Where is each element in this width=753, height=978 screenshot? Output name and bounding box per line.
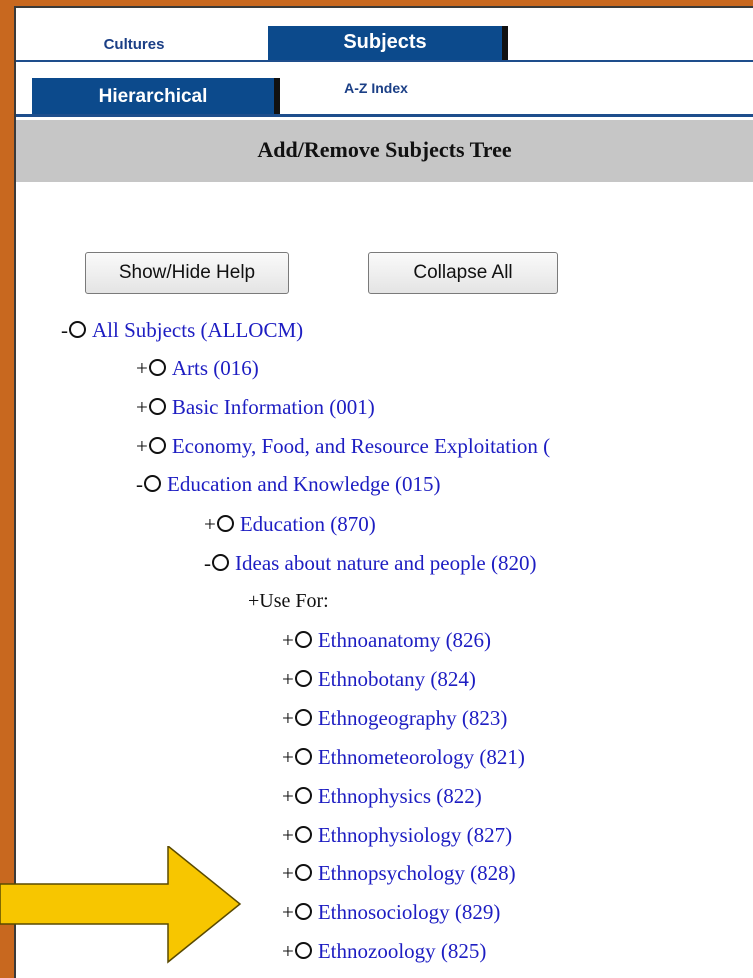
tree-node: + Ethnosociology (829) bbox=[282, 896, 500, 928]
tree-node: - Ideas about nature and people (820) bbox=[204, 547, 536, 579]
tree-node-root: - All Subjects (ALLOCM) bbox=[61, 314, 303, 346]
tree-node: + Ethnometeorology (821) bbox=[282, 741, 525, 773]
tab-cultures[interactable]: Cultures bbox=[74, 32, 194, 58]
radio-circle-icon[interactable] bbox=[148, 398, 166, 415]
tree-node-label[interactable]: Ethnoanatomy (826) bbox=[318, 628, 491, 652]
expand-toggle[interactable]: + bbox=[282, 939, 294, 963]
tree-node-label[interactable]: Arts (016) bbox=[172, 356, 259, 380]
tree-node-label[interactable]: Ethnopsychology (828) bbox=[318, 861, 516, 885]
tab-hierarchical[interactable]: Hierarchical bbox=[32, 78, 280, 114]
yellow-arrow-icon bbox=[0, 846, 242, 964]
tree-node: + Ethnopsychology (828) bbox=[282, 857, 516, 889]
tree-node: + Ethnophysics (822) bbox=[282, 780, 482, 812]
radio-circle-icon[interactable] bbox=[294, 787, 312, 804]
tree-node-label[interactable]: Ethnophysiology (827) bbox=[318, 823, 512, 847]
tree-node-label[interactable]: Education (870) bbox=[240, 512, 376, 536]
radio-circle-icon[interactable] bbox=[144, 475, 161, 492]
subjects-panel: Cultures Subjects Hierarchical A-Z Index… bbox=[14, 6, 753, 978]
show-hide-help-button[interactable]: Show/Hide Help bbox=[85, 252, 289, 294]
collapse-toggle[interactable]: - bbox=[136, 472, 143, 496]
tree-node: + Ethnophysiology (827) bbox=[282, 819, 512, 851]
tree-node: + Ethnogeography (823) bbox=[282, 702, 507, 734]
tree-node-label[interactable]: Ethnophysics (822) bbox=[318, 784, 482, 808]
collapse-all-button[interactable]: Collapse All bbox=[368, 252, 558, 294]
tree-node-label[interactable]: All Subjects (ALLOCM) bbox=[92, 318, 303, 342]
tree-node: + Economy, Food, and Resource Exploitatio… bbox=[136, 430, 550, 462]
top-tab-bar: Cultures Subjects bbox=[16, 26, 753, 62]
expand-toggle[interactable]: + bbox=[136, 356, 148, 380]
tree-node: + Ethnobotany (824) bbox=[282, 663, 476, 695]
radio-circle-icon[interactable] bbox=[148, 437, 166, 454]
expand-toggle[interactable]: + bbox=[204, 512, 216, 536]
tree-node: + Ethnozoology (825) bbox=[282, 935, 486, 967]
use-for-toggle[interactable]: +Use For: bbox=[248, 585, 329, 617]
tree-node: - Education and Knowledge (015) bbox=[136, 468, 441, 500]
expand-toggle[interactable]: + bbox=[282, 745, 294, 769]
tree-node: + Education (870) bbox=[204, 508, 376, 540]
radio-circle-icon[interactable] bbox=[294, 631, 312, 648]
tree-node-label[interactable]: Education and Knowledge (015) bbox=[167, 472, 441, 496]
radio-circle-icon[interactable] bbox=[294, 864, 312, 881]
tree-node-label[interactable]: Ethnosociology (829) bbox=[318, 900, 501, 924]
panel-title: Add/Remove Subjects Tree bbox=[16, 120, 753, 182]
collapse-toggle[interactable]: - bbox=[61, 318, 68, 342]
expand-toggle[interactable]: + bbox=[282, 628, 294, 652]
tree-node-label[interactable]: Ethnozoology (825) bbox=[318, 939, 487, 963]
tree-node: + Basic Information (001) bbox=[136, 391, 375, 423]
expand-toggle[interactable]: + bbox=[136, 434, 148, 458]
tree-node-label[interactable]: Ethnometeorology (821) bbox=[318, 745, 525, 769]
radio-circle-icon[interactable] bbox=[294, 670, 312, 687]
expand-toggle[interactable]: + bbox=[282, 667, 294, 691]
radio-circle-icon[interactable] bbox=[69, 321, 86, 338]
expand-toggle[interactable]: + bbox=[136, 395, 148, 419]
tree-node: + Ethnoanatomy (826) bbox=[282, 624, 491, 656]
tree-node-label[interactable]: Ethnogeography (823) bbox=[318, 706, 508, 730]
radio-circle-icon[interactable] bbox=[294, 826, 312, 843]
expand-toggle[interactable]: + bbox=[282, 784, 294, 808]
tab-az-index[interactable]: A-Z Index bbox=[316, 76, 436, 100]
radio-circle-icon[interactable] bbox=[294, 903, 312, 920]
expand-toggle[interactable]: + bbox=[282, 900, 294, 924]
radio-circle-icon[interactable] bbox=[294, 942, 312, 959]
radio-circle-icon[interactable] bbox=[294, 709, 312, 726]
expand-toggle[interactable]: + bbox=[282, 861, 294, 885]
tree-node-label[interactable]: Ethnobotany (824) bbox=[318, 667, 476, 691]
tree-node-label[interactable]: Ideas about nature and people (820) bbox=[235, 551, 536, 575]
tab-subjects[interactable]: Subjects bbox=[268, 26, 508, 60]
use-for-label: +Use For: bbox=[248, 590, 329, 612]
tree-node: + Arts (016) bbox=[136, 352, 259, 384]
tree-node-label[interactable]: Basic Information (001) bbox=[172, 395, 375, 419]
radio-circle-icon[interactable] bbox=[148, 359, 166, 376]
sub-tab-bar: Hierarchical A-Z Index bbox=[16, 70, 753, 117]
radio-circle-icon[interactable] bbox=[216, 515, 234, 532]
radio-circle-icon[interactable] bbox=[212, 554, 229, 571]
radio-circle-icon[interactable] bbox=[294, 748, 312, 765]
expand-toggle[interactable]: + bbox=[282, 706, 294, 730]
expand-toggle[interactable]: + bbox=[282, 823, 294, 847]
collapse-toggle[interactable]: - bbox=[204, 551, 211, 575]
tree-node-label[interactable]: Economy, Food, and Resource Exploitation… bbox=[172, 434, 550, 458]
